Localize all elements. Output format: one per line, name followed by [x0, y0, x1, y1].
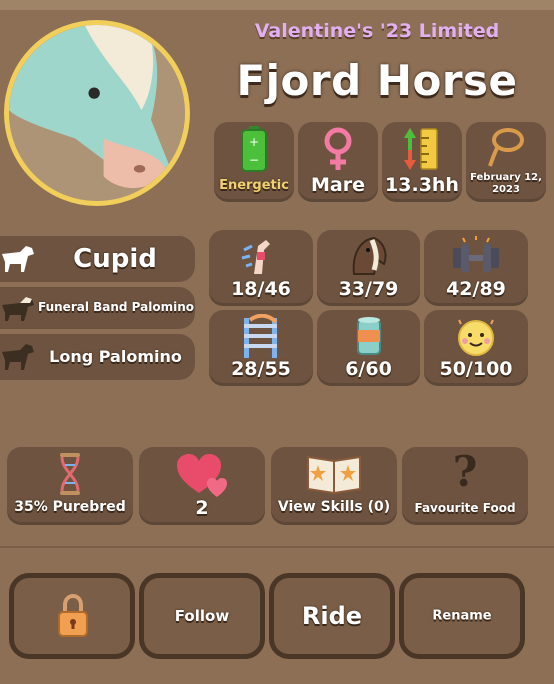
horse-marking-icon — [2, 297, 34, 321]
dumbbell-icon — [453, 236, 499, 272]
female-icon — [324, 127, 352, 170]
dna-hourglass-icon — [60, 453, 80, 495]
purebred-card[interactable]: 35% Purebred — [7, 447, 133, 525]
lock-button[interactable] — [9, 573, 135, 659]
attribute-energy[interactable]: + − Energetic — [214, 122, 294, 202]
top-edge — [0, 0, 554, 10]
horse-dark-icon — [2, 344, 34, 370]
attribute-birthdate[interactable]: February 12, 2023 — [466, 122, 546, 202]
jump-hurdle-icon — [244, 314, 278, 358]
svg-text:−: − — [249, 153, 259, 167]
attribute-gender[interactable]: Mare — [298, 122, 378, 202]
view-skills-card[interactable]: View Skills (0) — [271, 447, 397, 525]
attribute-height[interactable]: 13.3hh — [382, 122, 462, 202]
energy-label: Energetic — [219, 178, 289, 193]
stat-jump-value: 28/55 — [231, 358, 291, 380]
height-label: 13.3hh — [385, 174, 459, 196]
svg-text:+: + — [249, 135, 259, 149]
gender-label: Mare — [311, 174, 365, 196]
favourite-food-label: Favourite Food — [414, 501, 516, 515]
food-can-icon — [356, 317, 381, 355]
breed-title: Fjord Horse — [236, 56, 518, 105]
horse-portrait-image — [9, 25, 185, 201]
follow-button[interactable]: Follow — [139, 573, 265, 659]
speed-leg-icon — [241, 240, 270, 274]
hearts-card[interactable]: 2 — [139, 447, 265, 525]
gene-pill-2[interactable]: Long Palomino — [0, 334, 195, 380]
horse-name: Cupid — [73, 244, 157, 274]
rename-button[interactable]: Rename — [399, 573, 525, 659]
stat-hunger[interactable]: 6/60 — [317, 310, 420, 386]
stat-speed[interactable]: 18/46 — [209, 230, 313, 306]
ride-label: Ride — [301, 602, 363, 630]
skills-book-icon — [307, 455, 361, 495]
purebred-label: 35% Purebred — [14, 499, 126, 515]
horse-head-icon — [352, 236, 387, 275]
divider — [0, 546, 554, 548]
stat-hunger-value: 6/60 — [345, 358, 392, 380]
gene-label-2: Long Palomino — [49, 347, 182, 366]
battery-icon: + − — [241, 126, 267, 172]
height-ruler-icon — [404, 128, 438, 170]
stat-happiness-value: 50/100 — [439, 358, 513, 380]
ride-button[interactable]: Ride — [269, 573, 395, 659]
gene-label-1: Funeral Band Palomino — [38, 300, 195, 314]
edition-label: Valentine's '23 Limited — [254, 20, 500, 42]
stat-happiness[interactable]: 50/100 — [424, 310, 528, 386]
birthdate-label: February 12, 2023 — [470, 172, 542, 195]
rename-label: Rename — [432, 608, 492, 624]
stat-bond-value: 33/79 — [338, 278, 399, 300]
stat-bond[interactable]: 33/79 — [317, 230, 420, 306]
hearts-count: 2 — [195, 497, 209, 519]
stat-jump[interactable]: 28/55 — [209, 310, 313, 386]
view-skills-label: View Skills (0) — [277, 499, 391, 515]
gene-pill-1[interactable]: Funeral Band Palomino — [0, 287, 195, 329]
favourite-food-card[interactable]: ? Favourite Food — [402, 447, 528, 525]
stat-speed-value: 18/46 — [231, 278, 291, 300]
lock-icon — [58, 594, 88, 637]
lasso-icon — [488, 128, 524, 167]
horse-name-pill[interactable]: Cupid — [0, 236, 195, 282]
heart-icon — [177, 454, 227, 497]
horse-info-panel: Valentine's '23 Limited Fjord Horse + − … — [0, 0, 554, 684]
question-mark-icon: ? — [452, 447, 478, 496]
horse-avatar — [4, 20, 190, 206]
stat-strength-value: 42/89 — [446, 278, 506, 300]
horse-silhouette-icon — [2, 246, 34, 272]
follow-label: Follow — [174, 607, 230, 625]
stat-strength[interactable]: 42/89 — [424, 230, 528, 306]
happy-face-icon — [458, 319, 494, 356]
